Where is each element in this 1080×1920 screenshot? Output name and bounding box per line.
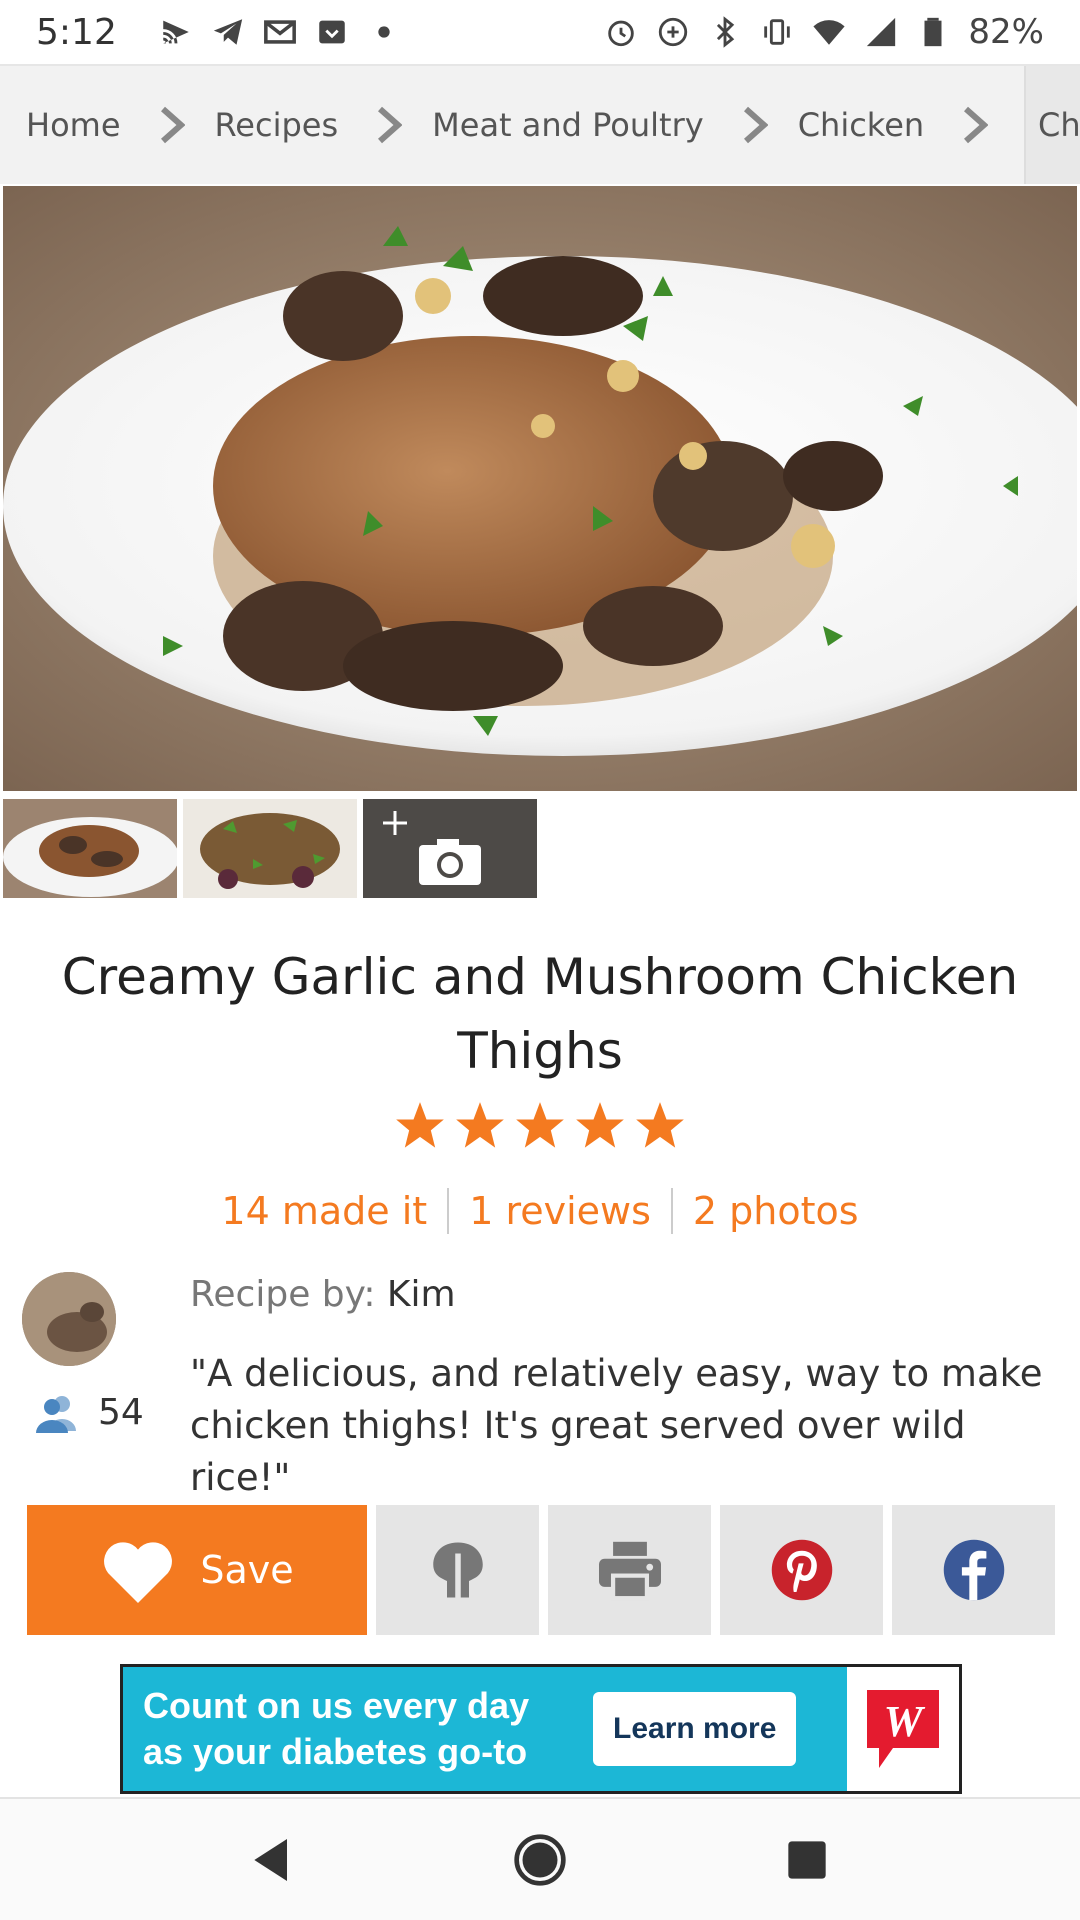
print-icon [598,1541,661,1601]
pinterest-icon [771,1539,832,1601]
food-photo [3,186,1077,791]
chevron-right-icon [743,106,768,144]
breadcrumb-recipes[interactable]: Recipes [215,105,433,145]
recipe-title: Creamy Garlic and Mushroom Chicken Thigh… [61,948,1019,1080]
inbox-icon [319,20,345,44]
facebook-icon [943,1539,1004,1601]
made-it-icon [432,1542,483,1598]
back-icon[interactable] [245,1832,301,1888]
divider [447,1188,450,1234]
ad-learn-more-button[interactable]: Learn more [593,1692,797,1766]
recipe-by: Recipe by: Kim [190,1274,456,1315]
thumbnail-1[interactable] [3,799,177,898]
recipe-stats: 14 made it 1 reviews 2 photos [0,1188,1080,1234]
status-bar: 5:12 82% [0,0,1080,64]
save-label: Save [200,1548,294,1592]
chevron-right-icon [160,106,185,144]
made-it-link[interactable]: 14 made it [221,1189,427,1233]
dot-icon [378,26,390,38]
star-icon [456,1102,504,1148]
breadcrumb-label: Home [26,106,121,144]
star-icon [636,1102,684,1148]
print-button[interactable] [548,1505,711,1635]
star-icon [576,1102,624,1148]
cast-icon [163,20,189,44]
breadcrumb-label: Meat and Poultry [432,106,704,144]
alarm-icon [608,20,635,47]
ad-text-line: as your diabetes go-to [143,1731,528,1772]
recipe-description: "A delicious, and relatively easy, way t… [190,1352,1043,1499]
rating-stars[interactable] [0,1100,1080,1152]
recipe-by-label: Recipe by: [190,1274,376,1315]
recipe-hero-image[interactable] [3,186,1077,791]
save-button[interactable]: Save [27,1505,367,1635]
breadcrumb-label: Recipes [214,106,339,144]
bluetooth-icon [717,16,735,48]
breadcrumb-truncated[interactable]: Ch [1024,66,1080,184]
star-icon [516,1102,564,1148]
android-nav-bar [0,1797,1080,1920]
breadcrumb: Home Recipes Meat and Poultry Chicken Ch [0,66,1080,184]
breadcrumb-label: Chicken [797,106,925,144]
add-photo-button[interactable] [363,799,537,898]
author-avatar[interactable] [22,1272,116,1366]
telegram-icon [213,19,243,45]
followers-icon [36,1395,76,1433]
star-icon [396,1102,444,1148]
breadcrumb-home[interactable]: Home [0,105,215,145]
avatar-photo [22,1272,116,1366]
facebook-button[interactable] [892,1505,1055,1635]
thumbnail-photo [183,799,357,898]
home-icon[interactable] [512,1832,568,1888]
vibrate-icon [764,19,791,45]
breadcrumb-chicken[interactable]: Chicken [798,105,1018,145]
thumbnail-2[interactable] [183,799,357,898]
chevron-right-icon [378,106,403,144]
status-time: 5:12 [36,11,117,53]
camera-plus-icon [383,811,481,885]
gmail-icon [263,20,296,44]
author-name[interactable]: Kim [387,1274,456,1315]
pinterest-button[interactable] [720,1505,883,1635]
wifi-icon [813,20,846,45]
divider [670,1188,673,1234]
action-bar: Save [27,1505,1055,1635]
battery-icon [924,17,942,47]
heart-icon [104,1542,173,1603]
breadcrumb-meat-poultry[interactable]: Meat and Poultry [432,105,798,145]
author-followers[interactable]: 54 [34,1392,144,1433]
made-it-button[interactable] [376,1505,539,1635]
walgreens-logo: W [847,1667,959,1791]
ad-text: Count on us every day as your diabetes g… [123,1683,583,1775]
walgreens-letter: W [883,1697,925,1746]
walgreens-logo-icon: W [867,1690,939,1768]
followers-count: 54 [98,1392,144,1433]
data-saver-icon [659,17,688,47]
battery-percent: 82% [968,12,1044,52]
advertisement-banner[interactable]: Count on us every day as your diabetes g… [120,1664,962,1794]
chevron-right-icon [964,106,989,144]
photos-link[interactable]: 2 photos [693,1189,859,1233]
signal-icon [867,17,896,47]
ad-text-line: Count on us every day [143,1685,530,1726]
thumbnail-photo [3,799,177,898]
reviews-link[interactable]: 1 reviews [469,1189,651,1233]
recents-icon[interactable] [779,1832,835,1888]
photo-thumbnails [3,799,537,898]
